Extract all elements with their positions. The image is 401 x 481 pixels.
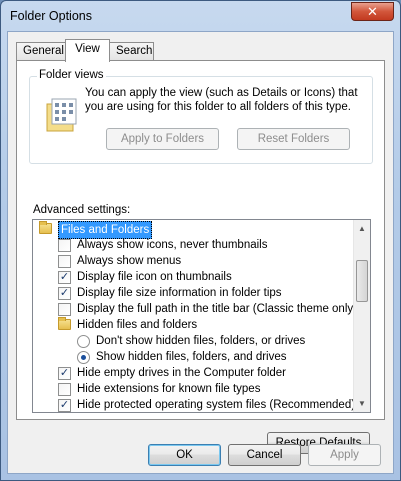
checkbox-unchecked[interactable] [58, 303, 71, 316]
folder-options-window: Folder Options ✕ General View Search Fol… [0, 0, 401, 481]
checkbox-unchecked[interactable] [58, 383, 71, 396]
radio-unselected[interactable] [77, 335, 90, 348]
tab-general[interactable]: General [16, 42, 66, 61]
setting-label: Display file icon on thumbnails [77, 271, 232, 283]
title-bar[interactable]: Folder Options ✕ [1, 1, 400, 31]
setting-label: Display the full path in the title bar (… [77, 303, 357, 315]
window-title: Folder Options [10, 9, 92, 23]
dialog-client-area: General View Search Folder views You can… [7, 31, 394, 474]
setting-label: Hide empty drives in the Computer folder [77, 367, 287, 379]
setting-label: Don't show hidden files, folders, or dri… [96, 335, 306, 347]
reset-folders-button[interactable]: Reset Folders [237, 128, 350, 150]
apply-to-folders-button[interactable]: Apply to Folders [106, 128, 219, 150]
setting-label: Hide protected operating system files (R… [77, 399, 356, 411]
view-tab-panel: Folder views You can apply the view (suc… [16, 60, 385, 454]
checkbox-checked[interactable]: ✓ [58, 399, 71, 412]
checkbox-checked[interactable]: ✓ [58, 367, 71, 380]
checkbox-unchecked[interactable] [58, 255, 71, 268]
advanced-settings-tree[interactable]: Files and Folders Always show icons, nev… [32, 219, 371, 413]
setting-label: Display file size information in folder … [77, 287, 282, 299]
tab-search[interactable]: Search [109, 42, 154, 61]
folder-icon [58, 317, 71, 330]
scroll-down-arrow-icon[interactable]: ▼ [354, 395, 370, 412]
folder-view-icon [46, 98, 77, 132]
folder-icon [39, 221, 52, 234]
folder-views-legend: Folder views [37, 69, 106, 81]
advanced-settings-label: Advanced settings: [33, 204, 131, 216]
apply-button[interactable]: Apply [308, 444, 381, 466]
radio-selected[interactable] [77, 351, 90, 364]
setting-label: Always show icons, never thumbnails [77, 239, 268, 251]
radio-dot-icon [81, 355, 86, 360]
close-icon: ✕ [367, 4, 378, 19]
setting-label: Hide extensions for known file types [77, 383, 261, 395]
cancel-button[interactable]: Cancel [228, 444, 301, 466]
tree-item-label: Hidden files and folders [77, 319, 198, 331]
checkbox-checked[interactable]: ✓ [58, 271, 71, 284]
folder-views-description: You can apply the view (such as Details … [85, 87, 358, 113]
setting-label: Always show menus [77, 255, 182, 267]
checkbox-unchecked[interactable] [58, 239, 71, 252]
folder-views-group: Folder views You can apply the view (suc… [29, 69, 373, 164]
checkbox-checked[interactable]: ✓ [58, 287, 71, 300]
setting-label: Show hidden files, folders, and drives [96, 351, 287, 363]
scroll-up-arrow-icon[interactable]: ▲ [354, 220, 370, 237]
close-button[interactable]: ✕ [351, 2, 394, 21]
scroll-thumb[interactable] [356, 260, 368, 302]
tab-view[interactable]: View [65, 39, 110, 62]
vertical-scrollbar[interactable]: ▲ ▼ [353, 220, 370, 412]
ok-button[interactable]: OK [148, 444, 221, 466]
